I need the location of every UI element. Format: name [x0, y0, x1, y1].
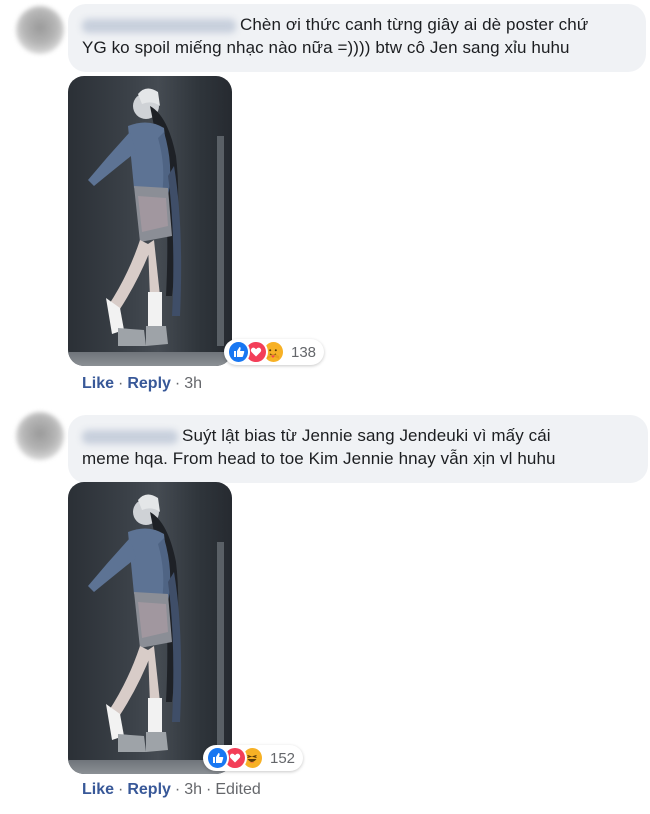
separator: ·: [118, 781, 124, 798]
avatar[interactable]: [16, 6, 64, 54]
comment-line-1: Chèn ơi thức canh từng giây ai dè poster…: [82, 13, 632, 36]
comment-line-2: meme hqa. From head to toe Kim Jennie hn…: [82, 449, 556, 468]
avatar[interactable]: [16, 412, 64, 460]
separator: ·: [118, 375, 124, 392]
reaction-summary[interactable]: 138: [224, 339, 324, 365]
reply-link[interactable]: Reply: [127, 781, 171, 798]
separator: ·: [206, 781, 212, 798]
photo-figure: [88, 88, 182, 346]
comment-bubble: Chèn ơi thức canh từng giây ai dè poster…: [68, 4, 646, 72]
comment-photo[interactable]: [68, 76, 232, 366]
like-link[interactable]: Like: [82, 781, 114, 798]
comment-line-1: Suýt lật bias từ Jennie sang Jendeuki vì…: [82, 424, 634, 447]
comment-line-2: YG ko spoil miếng nhạc nào nữa =)))) btw…: [82, 38, 570, 57]
comment-text: Chèn ơi thức canh từng giây ai dè poster…: [240, 15, 589, 34]
comment-photo[interactable]: [68, 482, 232, 774]
like-link[interactable]: Like: [82, 375, 114, 392]
photo-figure: [88, 494, 182, 752]
comment-text: Suýt lật bias từ Jennie sang Jendeuki vì…: [182, 426, 551, 445]
comment-actions: Like · Reply · 3h · Edited: [82, 781, 261, 799]
separator: ·: [174, 781, 181, 798]
comment-actions: Like · Reply · 3h: [82, 375, 202, 393]
author-name-redacted[interactable]: [82, 429, 178, 444]
comment-bubble: Suýt lật bias từ Jennie sang Jendeuki vì…: [68, 415, 648, 483]
author-name-redacted[interactable]: [82, 18, 236, 33]
separator: ·: [174, 375, 181, 392]
timestamp[interactable]: 3h: [184, 781, 202, 798]
reaction-count: 138: [290, 343, 317, 361]
edited-label[interactable]: Edited: [215, 781, 260, 798]
reaction-count: 152: [269, 749, 296, 767]
timestamp[interactable]: 3h: [184, 375, 202, 392]
reply-link[interactable]: Reply: [127, 375, 171, 392]
reaction-summary[interactable]: 152: [203, 745, 303, 771]
